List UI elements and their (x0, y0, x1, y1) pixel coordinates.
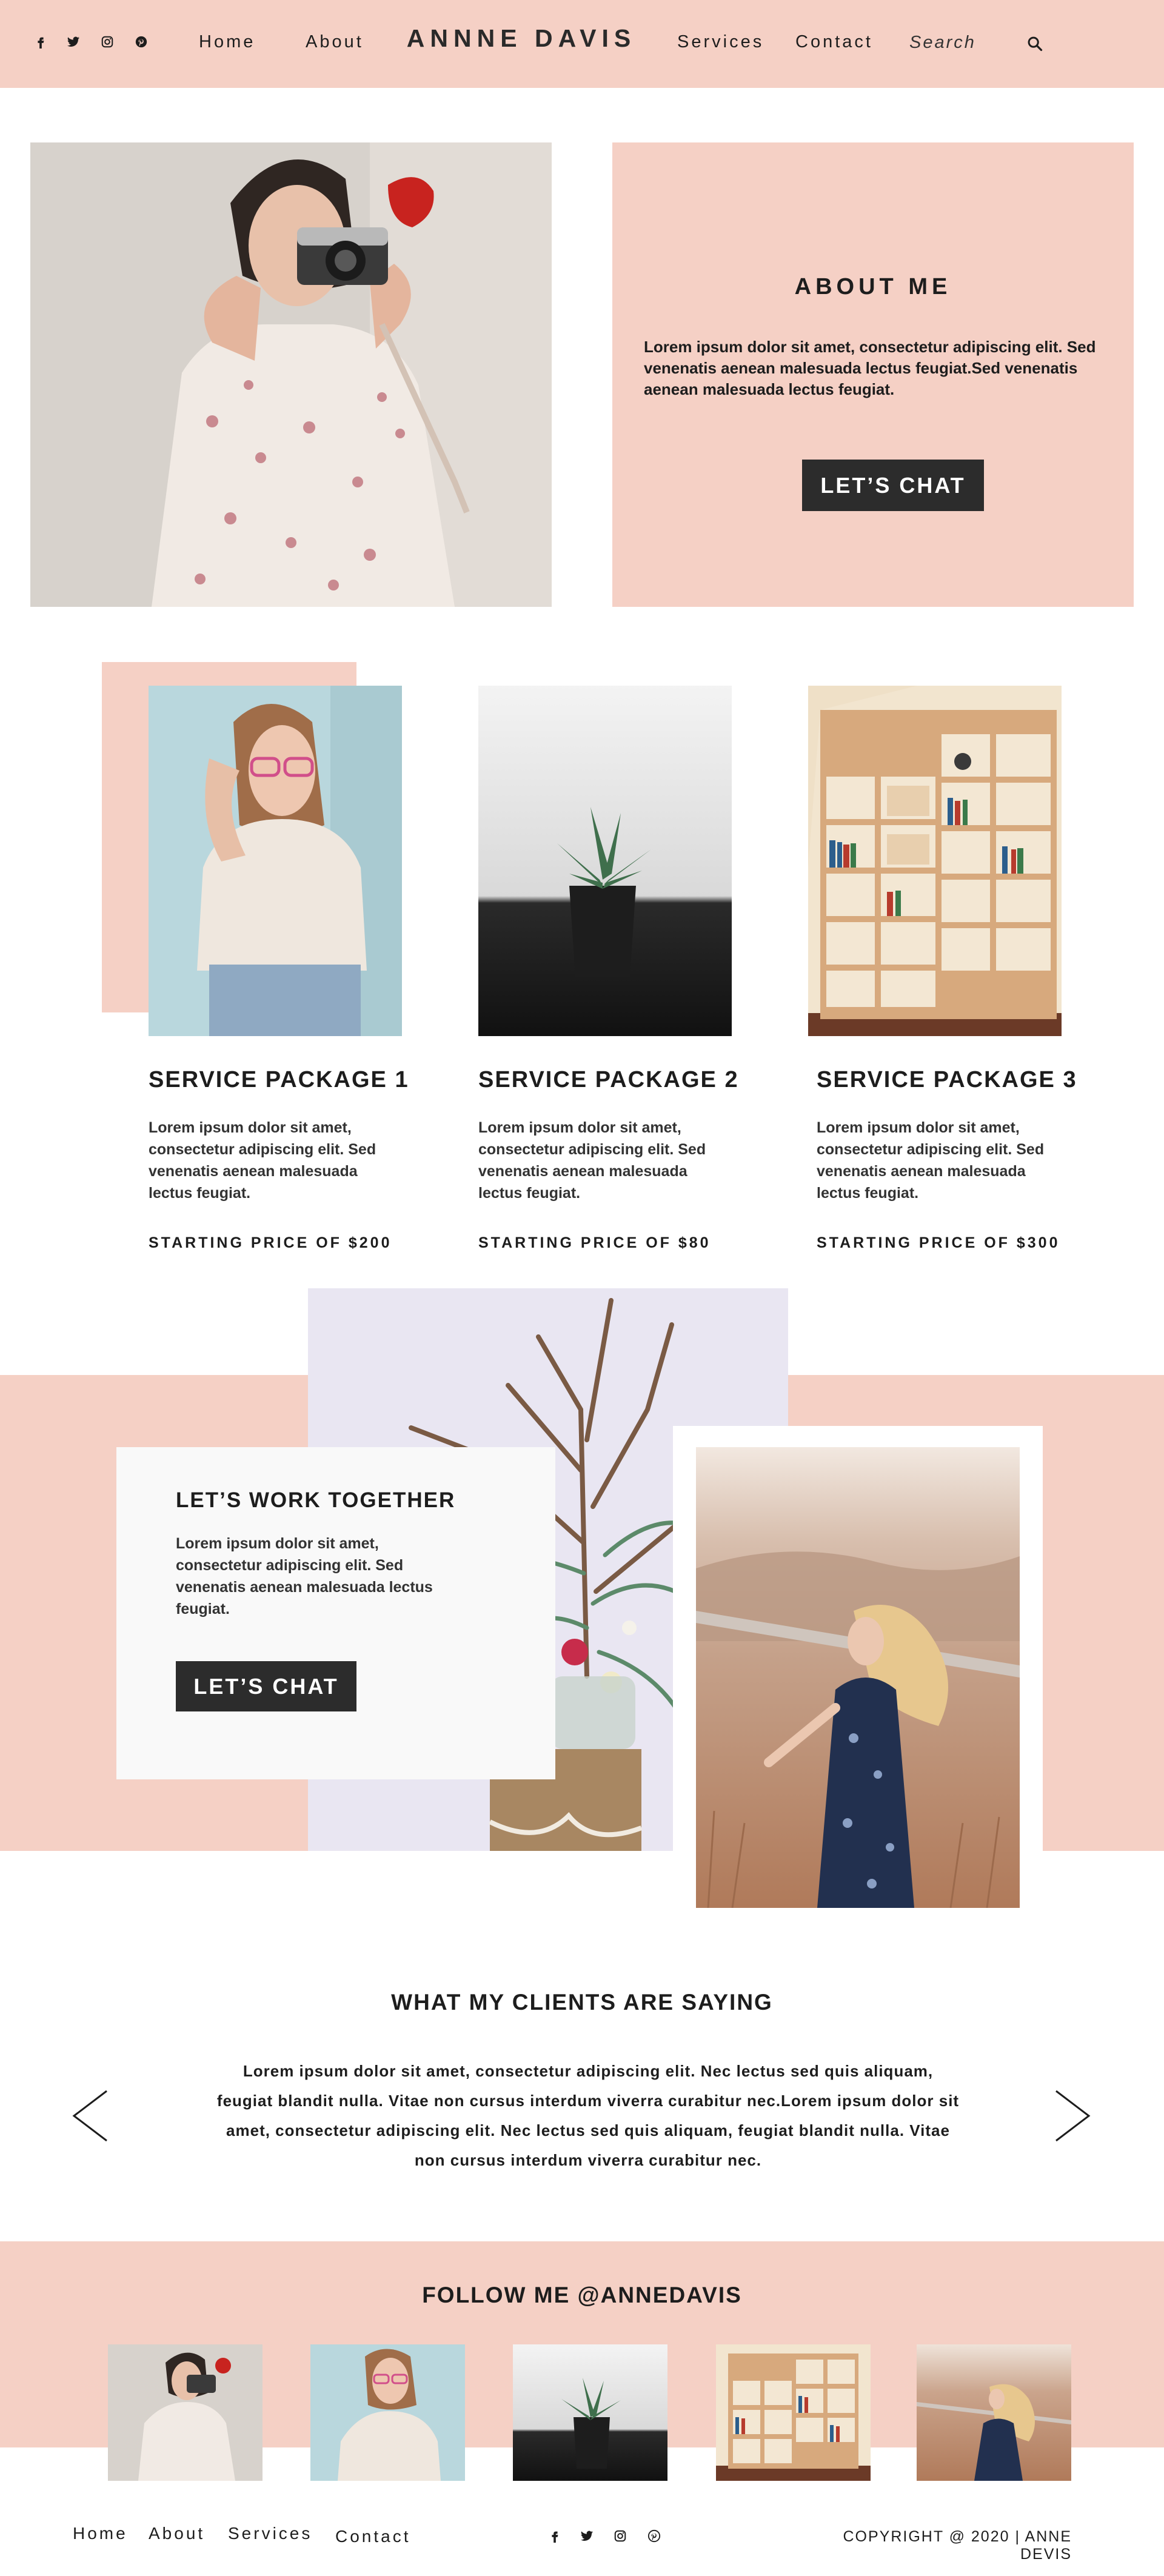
lets-chat-button-secondary[interactable]: LET’S CHAT (176, 1661, 356, 1711)
search-input[interactable] (909, 30, 1025, 55)
footer-twitter-icon[interactable] (580, 2529, 594, 2543)
chevron-left-icon[interactable] (72, 2089, 109, 2143)
chevron-right-icon[interactable] (1054, 2089, 1091, 2143)
thumbnail-field-woman[interactable] (917, 2344, 1071, 2481)
copyright-text: COPYRIGHT @ 2020 | ANNE DEVIS (843, 2528, 1072, 2563)
nav-about[interactable]: About (306, 32, 364, 52)
footer-facebook-icon[interactable] (548, 2529, 561, 2543)
thumbnail-succulent[interactable] (513, 2344, 667, 2481)
service-package-2-title: SERVICE PACKAGE 2 (478, 1067, 739, 1092)
footer-pinterest-icon[interactable] (647, 2529, 661, 2543)
lets-chat-button[interactable]: LET’S CHAT (802, 460, 984, 511)
woman-with-glasses-photo (149, 686, 402, 1036)
footer-link-about[interactable]: About (149, 2524, 205, 2543)
thumbnail-bookshelf[interactable] (716, 2344, 871, 2481)
service-package-2-price: STARTING PRICE OF $80 (478, 1234, 711, 1251)
succulent-plant-photo (478, 686, 732, 1036)
bookshelf-photo (808, 686, 1062, 1036)
nav-home[interactable]: Home (199, 32, 255, 52)
about-text: Lorem ipsum dolor sit amet, consectetur … (644, 338, 1096, 398)
woman-in-field-photo (696, 1447, 1020, 1908)
woman-with-camera-photo (30, 142, 552, 607)
site-brand[interactable]: ANNNE DAVIS (388, 24, 655, 53)
thumbnail-glasses-woman[interactable] (310, 2344, 465, 2481)
instagram-icon[interactable] (101, 35, 114, 49)
footer-link-contact[interactable]: Contact (335, 2527, 411, 2546)
service-package-1-price: STARTING PRICE OF $200 (149, 1234, 392, 1251)
service-package-3-price: STARTING PRICE OF $300 (817, 1234, 1060, 1251)
follow-title: FOLLOW ME @ANNEDAVIS (422, 2283, 742, 2307)
nav-contact[interactable]: Contact (795, 32, 873, 52)
service-package-1-title: SERVICE PACKAGE 1 (149, 1067, 409, 1092)
facebook-icon[interactable] (34, 35, 47, 49)
footer-instagram-icon[interactable] (614, 2529, 627, 2543)
twitter-icon[interactable] (67, 35, 80, 49)
testimonials-title: WHAT MY CLIENTS ARE SAYING (391, 1990, 773, 2015)
pinterest-icon[interactable] (135, 35, 148, 49)
nav-services[interactable]: Services (677, 32, 764, 52)
work-together-title: LET’S WORK TOGETHER (176, 1488, 456, 1512)
service-package-1-text: Lorem ipsum dolor sit amet, consectetur … (149, 1119, 376, 1202)
search-icon[interactable] (1026, 35, 1043, 52)
footer-link-services[interactable]: Services (228, 2524, 312, 2543)
service-package-3-title: SERVICE PACKAGE 3 (817, 1067, 1077, 1092)
service-package-2-text: Lorem ipsum dolor sit amet, consectetur … (478, 1119, 706, 1202)
work-together-text: Lorem ipsum dolor sit amet, consectetur … (176, 1535, 433, 1618)
testimonial-text: Lorem ipsum dolor sit amet, consectetur … (216, 2062, 960, 2169)
service-package-3-text: Lorem ipsum dolor sit amet, consectetur … (817, 1119, 1045, 1202)
footer-link-home[interactable]: Home (73, 2524, 128, 2543)
about-title: ABOUT ME (794, 274, 952, 299)
thumbnail-camera-woman[interactable] (108, 2344, 263, 2481)
